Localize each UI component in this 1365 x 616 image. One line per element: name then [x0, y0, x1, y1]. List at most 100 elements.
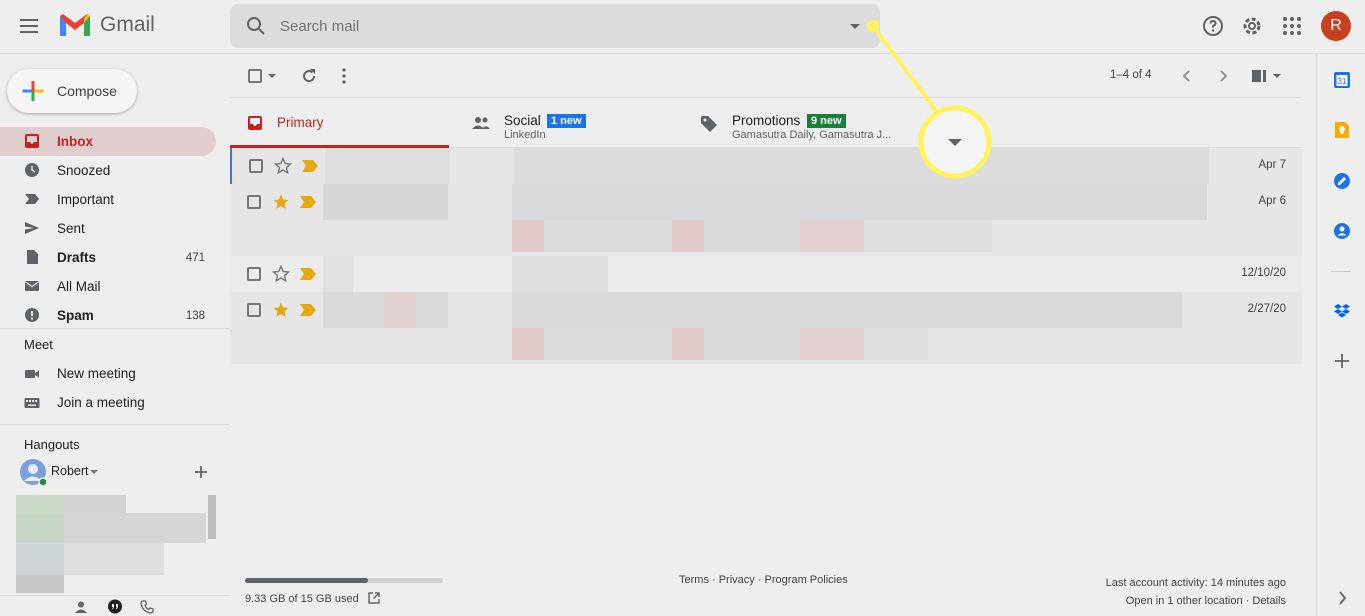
nav-item-inbox[interactable]: Inbox	[0, 127, 216, 156]
gmail-logo[interactable]: Gmail	[58, 12, 155, 38]
contacts-person-icon[interactable]	[74, 600, 88, 614]
account-avatar[interactable]: R	[1321, 11, 1351, 41]
more-options-icon[interactable]	[336, 67, 352, 85]
add-contact-icon[interactable]	[194, 465, 208, 479]
email-checkbox[interactable]	[247, 303, 261, 317]
nav-label: Inbox	[57, 134, 93, 149]
search-bar[interactable]	[230, 4, 880, 48]
chevron-down-icon	[90, 470, 98, 474]
email-row[interactable]: Apr 7	[230, 148, 1302, 184]
contacts-icon[interactable]	[1333, 222, 1351, 240]
get-addons-plus-icon[interactable]	[1333, 352, 1351, 370]
apps-grid-icon[interactable]	[1280, 14, 1304, 38]
important-marker-icon[interactable]	[302, 160, 318, 172]
sidebar-divider	[0, 424, 230, 425]
email-checkbox[interactable]	[249, 159, 263, 173]
email-row[interactable]: 2/27/20	[230, 292, 1302, 364]
help-icon[interactable]	[1201, 14, 1225, 38]
compose-button[interactable]: Compose	[7, 69, 137, 113]
star-filled-icon[interactable]	[272, 193, 290, 211]
star-filled-icon[interactable]	[272, 301, 290, 319]
refresh-icon[interactable]	[300, 67, 318, 85]
tab-promotions-label: Promotions	[732, 113, 801, 128]
storage-usage-fill	[245, 578, 368, 583]
gmail-logo-icon	[60, 14, 90, 36]
email-row[interactable]: Apr 6	[230, 184, 1302, 256]
search-input[interactable]	[280, 14, 840, 38]
other-location-text[interactable]: Open in 1 other location · Details	[1106, 592, 1286, 610]
nav-label: Sent	[57, 221, 85, 236]
inbox-icon	[248, 116, 262, 130]
svg-text:31: 31	[1338, 77, 1347, 86]
compose-plus-icon	[22, 81, 44, 101]
important-marker-icon[interactable]	[300, 304, 316, 316]
promotions-new-badge: 9 new	[807, 114, 846, 128]
settings-gear-icon[interactable]	[1240, 14, 1264, 38]
user-avatar-icon	[20, 459, 46, 485]
nav-item-sent[interactable]: Sent	[0, 214, 216, 243]
social-new-badge: 1 new	[547, 114, 586, 128]
open-external-icon[interactable]	[367, 591, 381, 605]
keep-notes-icon[interactable]	[1333, 121, 1351, 139]
compose-label: Compose	[57, 83, 117, 99]
split-pane-icon[interactable]	[1251, 69, 1269, 83]
nav-label: Important	[57, 192, 115, 207]
send-icon	[25, 222, 39, 234]
nav-label: All Mail	[57, 279, 101, 294]
side-panel: 31	[1316, 54, 1365, 616]
nav-item-spam[interactable]: Spam 138	[0, 301, 216, 330]
nav-item-snoozed[interactable]: Snoozed	[0, 156, 216, 185]
expand-panel-chevron-icon[interactable]	[1333, 589, 1351, 607]
tab-promotions-senders: Gamasutra Daily, Gamasutra J...	[732, 129, 892, 141]
email-date: Apr 7	[1258, 159, 1287, 171]
dropbox-icon[interactable]	[1333, 302, 1351, 320]
tab-primary-label: Primary	[277, 115, 324, 130]
meet-section-title: Meet	[24, 337, 53, 352]
storage-usage-text[interactable]: 9.33 GB of 15 GB used	[245, 593, 359, 605]
star-outline-icon[interactable]	[272, 265, 290, 283]
last-activity-text: Last account activity: 14 minutes ago	[1105, 577, 1286, 589]
header: Gmail R	[0, 0, 1365, 54]
storage-usage-bar	[245, 578, 443, 583]
previous-page-icon[interactable]	[1180, 69, 1194, 83]
calendar-icon[interactable]: 31	[1333, 71, 1351, 89]
star-outline-icon[interactable]	[274, 157, 292, 175]
mail-toolbar: 1–4 of 4	[230, 54, 1302, 98]
new-meeting-item[interactable]: New meeting	[0, 359, 216, 388]
nav-item-important[interactable]: Important	[0, 185, 216, 214]
tag-icon	[701, 116, 717, 132]
phone-icon[interactable]	[140, 600, 154, 614]
join-meeting-item[interactable]: Join a meeting	[0, 388, 216, 417]
nav-item-all-mail[interactable]: All Mail	[0, 272, 216, 301]
email-date: Apr 6	[1258, 195, 1287, 207]
tasks-icon[interactable]	[1333, 172, 1351, 190]
mail-envelope-icon	[25, 281, 39, 291]
hangouts-chat-icon[interactable]	[107, 599, 123, 615]
tab-social[interactable]: Social 1 new LinkedIn	[449, 98, 679, 148]
search-icon[interactable]	[246, 16, 266, 36]
search-options-icon[interactable]	[850, 24, 860, 29]
nav-label: Spam	[57, 308, 94, 323]
hangouts-user-selector[interactable]: Robert	[20, 459, 210, 485]
main-menu-button[interactable]	[20, 14, 44, 38]
hangouts-contacts-list	[16, 495, 216, 595]
select-dropdown-icon[interactable]	[268, 74, 276, 78]
email-row[interactable]: 12/10/20	[230, 256, 1302, 292]
footer-policy-links[interactable]: Terms · Privacy · Program Policies	[679, 574, 848, 586]
select-all-checkbox[interactable]	[248, 69, 262, 83]
spam-warning-icon	[25, 308, 39, 322]
nav-item-drafts[interactable]: Drafts 471	[0, 243, 216, 272]
email-checkbox[interactable]	[247, 267, 261, 281]
split-pane-dropdown-icon[interactable]	[1273, 74, 1281, 78]
people-icon	[472, 117, 490, 129]
important-marker-icon[interactable]	[300, 268, 316, 280]
email-checkbox[interactable]	[247, 195, 261, 209]
tab-primary[interactable]: Primary	[230, 98, 449, 148]
tab-promotions[interactable]: Promotions 9 new Gamasutra Daily, Gamasu…	[679, 98, 909, 148]
next-page-icon[interactable]	[1216, 69, 1230, 83]
hangouts-section-title: Hangouts	[24, 437, 80, 452]
important-marker-icon[interactable]	[300, 196, 316, 208]
clock-icon	[25, 163, 39, 177]
main-content: 1–4 of 4 Primary Social 1 new LinkedIn P…	[230, 54, 1302, 616]
nav-label: Snoozed	[57, 163, 111, 178]
